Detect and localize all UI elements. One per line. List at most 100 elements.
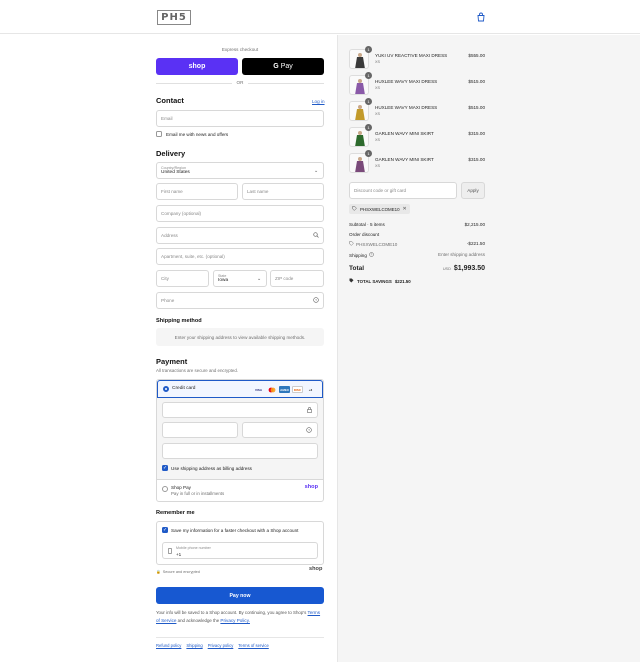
shop-logo: shop: [309, 566, 323, 572]
store-logo[interactable]: PH5: [157, 10, 191, 25]
discount-code-field[interactable]: Discount code or gift card: [349, 182, 457, 199]
applied-discount-tag: PHSXWELCOME10 ✕: [349, 204, 410, 214]
card-number-field[interactable]: [162, 402, 318, 418]
last-name-field[interactable]: Last name: [242, 183, 324, 200]
save-info-checkbox[interactable]: ✓: [162, 527, 168, 533]
total-row: Total USD $1,993.50: [349, 265, 485, 272]
news-checkbox[interactable]: [156, 131, 162, 137]
bag-icon[interactable]: [476, 12, 486, 22]
or-text: OR: [236, 80, 244, 85]
footer-links: Refund policy Shipping Privacy policy Te…: [156, 643, 269, 648]
discount-code-row: PHSXWELCOME10 -$221.50: [349, 241, 485, 247]
total-savings: TOTAL SAVINGS $221.50: [349, 278, 411, 284]
city-field[interactable]: City: [156, 270, 209, 287]
billing-checkbox[interactable]: ✓: [162, 465, 168, 471]
item-name: HUXLEE WAVY MAXI DRESS: [375, 105, 438, 110]
order-discount-label: Order discount: [349, 232, 380, 237]
express-checkout-label: Express checkout: [221, 47, 259, 52]
email-placeholder: Email: [161, 116, 173, 121]
terms-of-service-link[interactable]: Terms of service: [238, 643, 268, 648]
order-item: 1 HUXLEE WAVY MAXI DRESS XS $515.00: [349, 98, 485, 123]
expiration-field[interactable]: [162, 422, 238, 438]
remember-title: Remember me: [156, 510, 195, 516]
shop-pay-title: Shop Pay: [171, 485, 191, 490]
amex-icon: AMEX: [279, 386, 290, 393]
item-size: XS: [375, 86, 381, 90]
item-size: XS: [375, 164, 381, 168]
shipping-row: Shipping ? Enter shipping address: [349, 252, 485, 258]
order-item: 1 GARLEN WAVY MINI SKIRT XS $315.00: [349, 124, 485, 149]
shop-pay-option[interactable]: Shop Pay Pay in full or in installments …: [157, 481, 323, 502]
applied-code: PHSXWELCOME10: [360, 206, 400, 212]
remove-discount-icon[interactable]: ✕: [403, 206, 407, 212]
first-name-field[interactable]: First name: [156, 183, 238, 200]
news-checkbox-row[interactable]: Email me with news and offers: [156, 131, 228, 137]
shop-pay-subtitle: Pay in full or in installments: [171, 491, 225, 496]
product-dress: [355, 57, 365, 68]
shipping-method-title: Shipping method: [156, 318, 202, 324]
privacy-policy-link[interactable]: Privacy policy: [208, 643, 234, 648]
credit-card-radio[interactable]: [163, 386, 169, 392]
lock-icon: [307, 407, 312, 415]
discount-value: -$221.50: [466, 241, 485, 246]
shop-pay-logo: shop: [304, 484, 318, 490]
shop-pay-radio[interactable]: [162, 486, 168, 492]
shipping-help-icon[interactable]: ?: [369, 252, 374, 258]
security-code-field[interactable]: ?: [242, 422, 318, 438]
contact-title: Contact: [156, 96, 184, 105]
city-placeholder: City: [161, 276, 169, 281]
savings-value: $221.50: [394, 278, 411, 284]
quantity-badge: 1: [365, 124, 372, 131]
news-label: Email me with news and offers: [166, 131, 229, 137]
billing-checkbox-row[interactable]: ✓ Use shipping address as billing addres…: [162, 465, 252, 471]
save-info-label: Save my information for a faster checkou…: [171, 527, 299, 533]
order-item: 1 GARLEN WAVY MINI SKIRT XS $315.00: [349, 150, 485, 175]
secure-note: 🔒 Secure and encrypted: [156, 569, 200, 575]
phone-field[interactable]: Phone ?: [156, 292, 324, 309]
chevron-down-icon: ⌄: [314, 168, 319, 174]
total-value-wrap: USD $1,993.50: [443, 265, 485, 272]
mobile-value: +1: [176, 552, 182, 557]
item-size: XS: [375, 60, 381, 64]
google-pay-button[interactable]: G Pay: [242, 58, 324, 75]
quantity-badge: 1: [365, 46, 372, 53]
mobile-icon: [168, 548, 172, 556]
item-price: $315.00: [468, 157, 485, 162]
payment-subtitle: All transactions are secure and encrypte…: [156, 368, 239, 373]
payment-options: Credit card VISA AMEX DISC +3 ? ✓ Use sh…: [156, 379, 324, 502]
google-pay-label: Pay: [280, 63, 293, 70]
order-discount-row: Order discount: [349, 232, 485, 237]
state-chevron-icon: ⌄: [257, 276, 262, 282]
company-field[interactable]: Company (optional): [156, 205, 324, 222]
pay-now-button[interactable]: Pay now: [156, 587, 324, 604]
refund-policy-link[interactable]: Refund policy: [156, 643, 181, 648]
country-select[interactable]: Country/Region United States: [156, 162, 324, 179]
shop-privacy-link[interactable]: Privacy Policy.: [220, 618, 250, 623]
cvv-help-icon[interactable]: ?: [306, 427, 312, 435]
product-skirt: [355, 135, 365, 146]
save-info-row[interactable]: ✓ Save my information for a faster check…: [162, 527, 298, 533]
legal-text-1: Your info will be saved to a Shop accoun…: [156, 610, 307, 615]
search-icon: [313, 232, 319, 239]
credit-card-label: Credit card: [172, 386, 196, 391]
google-g-icon: G: [273, 63, 279, 70]
login-link[interactable]: Log in: [312, 99, 325, 104]
apartment-field[interactable]: Apartment, suite, etc. (optional): [156, 248, 324, 265]
svg-text:?: ?: [315, 298, 317, 302]
item-price: $515.00: [468, 79, 485, 84]
zip-field[interactable]: ZIP code: [270, 270, 324, 287]
email-field[interactable]: Email: [156, 110, 324, 127]
mobile-phone-field[interactable]: Mobile phone number +1: [162, 542, 318, 559]
shipping-policy-link[interactable]: Shipping: [186, 643, 202, 648]
credit-card-option[interactable]: Credit card VISA AMEX DISC +3: [157, 380, 323, 398]
last-name-placeholder: Last name: [247, 189, 269, 194]
shop-pay-button[interactable]: shop: [156, 58, 238, 75]
subtotal-row: Subtotal · 5 items $2,215.00: [349, 222, 485, 227]
item-size: XS: [375, 112, 381, 116]
name-on-card-field[interactable]: [162, 443, 318, 459]
item-price: $515.00: [468, 105, 485, 110]
address-field[interactable]: Address: [156, 227, 324, 244]
credit-card-form: ? ✓ Use shipping address as billing addr…: [157, 398, 323, 480]
apply-button[interactable]: Apply: [461, 182, 485, 199]
help-icon[interactable]: ?: [313, 297, 319, 304]
